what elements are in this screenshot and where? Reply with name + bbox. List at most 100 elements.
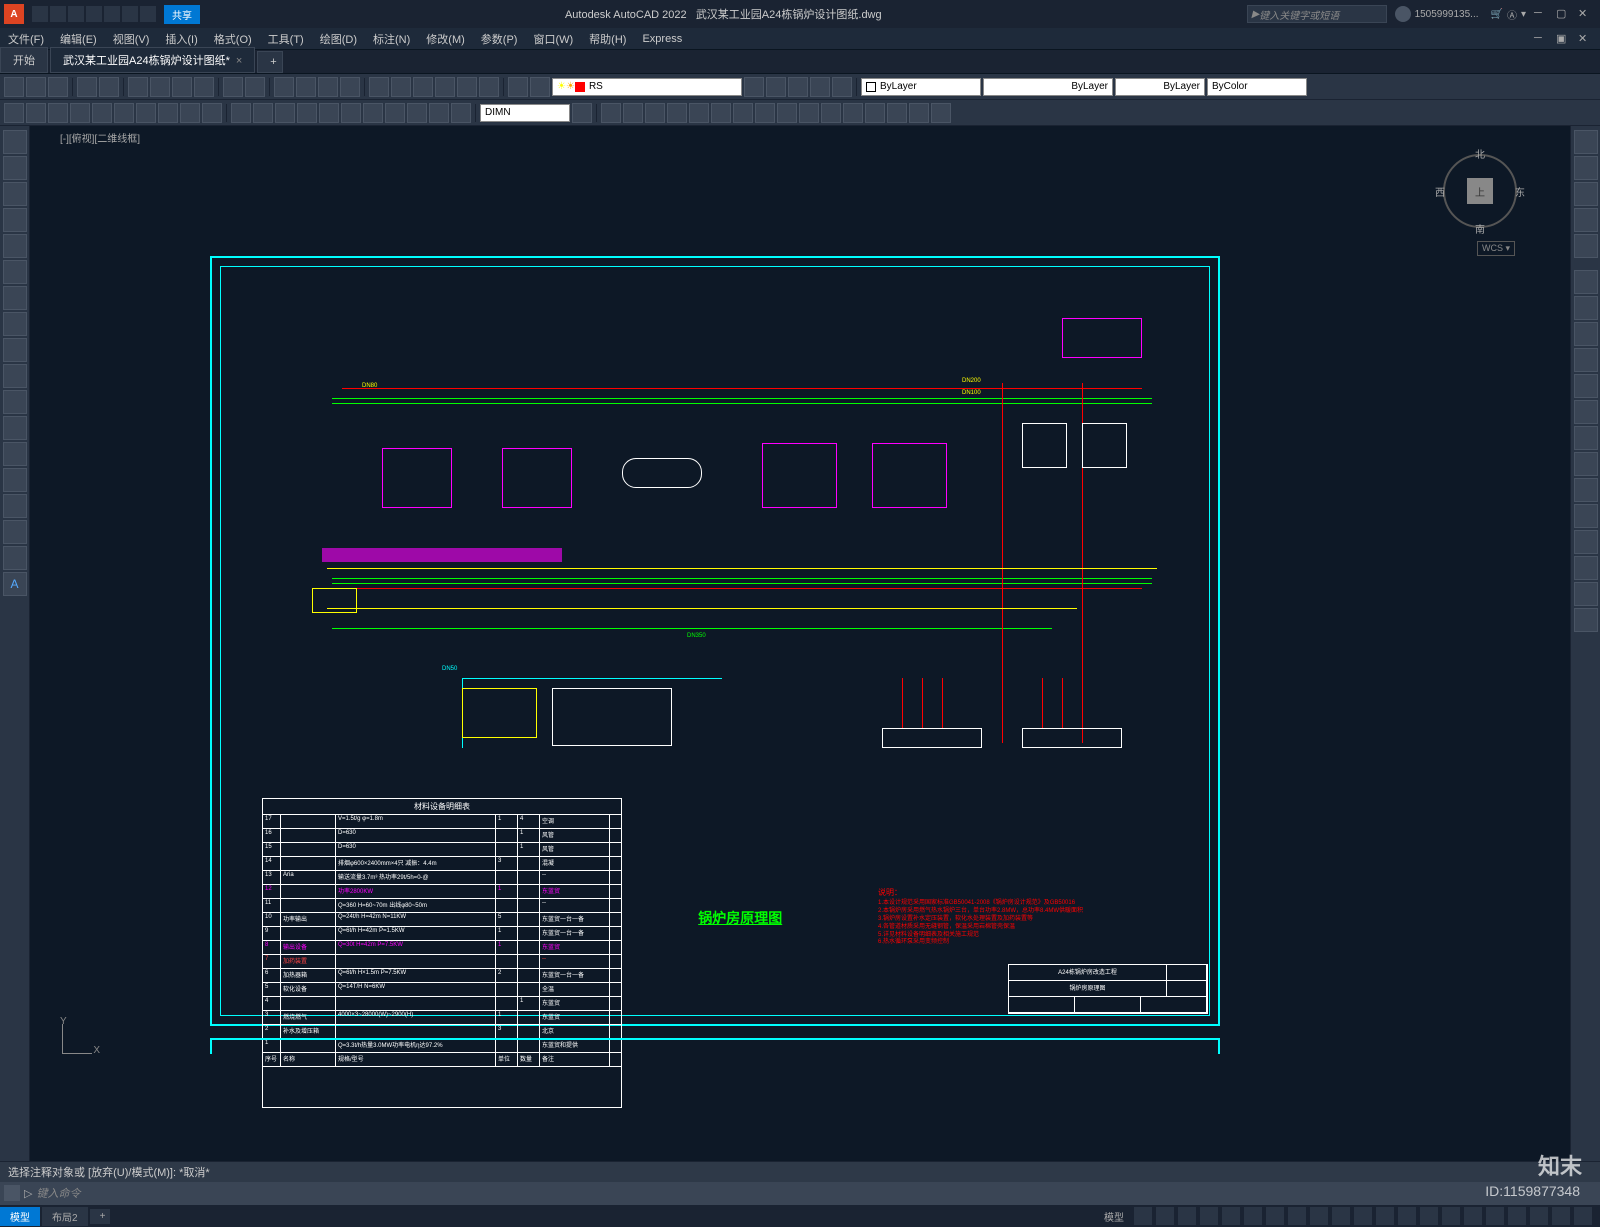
block-icon[interactable] [180,103,200,123]
doc-minimize-button[interactable]: ─ [1534,32,1548,46]
user-info[interactable]: 1505999135... 🛒 Ⓐ ▾ [1395,6,1526,22]
dim-edit-icon[interactable] [451,103,471,123]
trim-icon[interactable] [799,103,819,123]
menu-tools[interactable]: 工具(T) [260,31,312,47]
hardware-icon[interactable] [1508,1207,1526,1225]
nav-pan-icon[interactable] [1574,156,1598,180]
maximize-button[interactable]: ▢ [1556,7,1570,21]
scale-icon[interactable] [755,103,775,123]
ortho-toggle-icon[interactable] [1178,1207,1196,1225]
open-icon[interactable] [26,77,46,97]
line-tool-icon[interactable] [3,130,27,154]
modify-stretch-icon[interactable] [1574,478,1598,502]
modify-scale-icon[interactable] [1574,452,1598,476]
extend-icon[interactable] [821,103,841,123]
qat-redo-icon[interactable] [140,6,156,22]
redo-icon[interactable] [245,77,265,97]
nav-orbit-icon[interactable] [1574,208,1598,232]
offset-icon[interactable] [667,103,687,123]
mirror-icon[interactable] [645,103,665,123]
circle-tool-icon[interactable] [3,286,27,310]
layer-state-icon[interactable] [530,77,550,97]
insert-tool-icon[interactable] [3,390,27,414]
quickprop-icon[interactable] [1442,1207,1460,1225]
menu-param[interactable]: 参数(P) [473,31,526,47]
qat-save-icon[interactable] [68,6,84,22]
layer-off-icon[interactable] [788,77,808,97]
annoscale-icon[interactable] [1486,1207,1504,1225]
dimstyle-update-icon[interactable] [572,103,592,123]
menu-modify[interactable]: 修改(M) [418,31,473,47]
isolate-icon[interactable] [1530,1207,1548,1225]
drawing-canvas[interactable]: [-][俯视][二维线框] [30,126,1570,1186]
annomonitor-icon[interactable] [1398,1207,1416,1225]
layer-lock-icon[interactable] [832,77,852,97]
viewcube-south[interactable]: 南 [1475,221,1485,236]
calc-icon[interactable] [479,77,499,97]
designcenter-icon[interactable] [391,77,411,97]
modify-break-icon[interactable] [1574,556,1598,580]
undo-icon[interactable] [223,77,243,97]
circle-icon[interactable] [48,103,68,123]
hatch-tool-icon[interactable] [3,468,27,492]
modify-rotate-icon[interactable] [1574,426,1598,450]
command-input[interactable]: ▷ 键入命令 [0,1182,1600,1204]
layer-prop-icon[interactable] [508,77,528,97]
table-tool-icon[interactable] [3,546,27,570]
ellipse-icon[interactable] [136,103,156,123]
tool-palette-icon[interactable] [413,77,433,97]
snap-toggle-icon[interactable] [1156,1207,1174,1225]
layout-tab-layout2[interactable]: 布局2 [42,1207,88,1226]
pline-icon[interactable] [26,103,46,123]
menu-help[interactable]: 帮助(H) [581,31,634,47]
minimize-button[interactable]: ─ [1534,7,1548,21]
dim-dia-icon[interactable] [297,103,317,123]
move-icon[interactable] [711,103,731,123]
viewcube-top-face[interactable]: 上 [1467,178,1493,204]
otrack-toggle-icon[interactable] [1288,1207,1306,1225]
preview-icon[interactable] [99,77,119,97]
modify-mirror-icon[interactable] [1574,322,1598,346]
qat-saveas-icon[interactable] [86,6,102,22]
layout-tab-model[interactable]: 模型 [0,1207,40,1226]
menu-insert[interactable]: 插入(I) [157,31,205,47]
ucs-icon[interactable]: YX [50,1016,100,1066]
line-icon[interactable] [4,103,24,123]
modify-move-icon[interactable] [1574,400,1598,424]
pline-tool-icon[interactable] [3,182,27,206]
viewcube-west[interactable]: 西 [1435,184,1445,199]
dim-baseline-icon[interactable] [363,103,383,123]
dim-radius-icon[interactable] [275,103,295,123]
isodraft-toggle-icon[interactable] [1222,1207,1240,1225]
menu-dim[interactable]: 标注(N) [365,31,418,47]
dim-angular-icon[interactable] [319,103,339,123]
menu-express[interactable]: Express [634,33,690,45]
zoom-prev-icon[interactable] [340,77,360,97]
tab-start[interactable]: 开始 [0,47,48,73]
fillet-icon[interactable] [909,103,929,123]
customize-icon[interactable] [1574,1207,1592,1225]
workspace-icon[interactable] [1464,1207,1482,1225]
pan-icon[interactable] [274,77,294,97]
sheet-set-icon[interactable] [435,77,455,97]
layer-prev-icon[interactable] [744,77,764,97]
cleanscreen-icon[interactable] [1552,1207,1570,1225]
autodesk-icon[interactable]: Ⓐ [1507,7,1517,22]
menu-file[interactable]: 文件(F) [0,31,52,47]
dim-linear-icon[interactable] [231,103,251,123]
spline-icon[interactable] [114,103,134,123]
plotstyle-dropdown[interactable]: ByColor [1207,78,1307,96]
arc-icon[interactable] [70,103,90,123]
nav-zoom-icon[interactable] [1574,182,1598,206]
hatch-icon[interactable] [158,103,178,123]
xline-tool-icon[interactable] [3,156,27,180]
new-icon[interactable] [4,77,24,97]
menu-window[interactable]: 窗口(W) [525,31,581,47]
tolerance-icon[interactable] [407,103,427,123]
layer-state-dropdown[interactable]: ByLayer [861,78,981,96]
explode-icon[interactable] [931,103,951,123]
modify-array-icon[interactable] [1574,374,1598,398]
chamfer-icon[interactable] [887,103,907,123]
menu-view[interactable]: 视图(V) [105,31,158,47]
transparency-icon[interactable] [1354,1207,1372,1225]
